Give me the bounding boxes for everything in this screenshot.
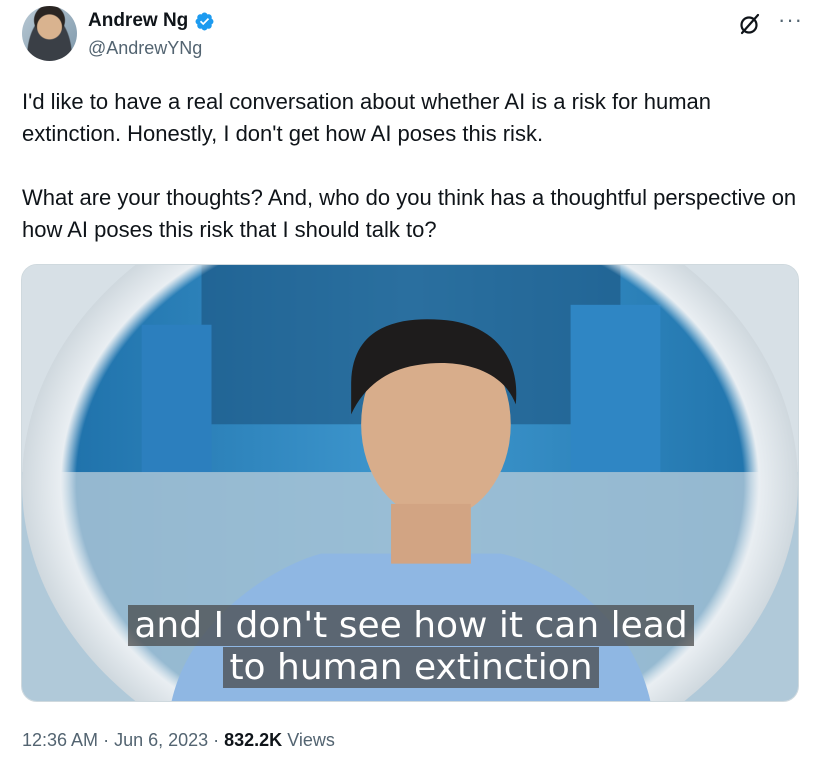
more-icon[interactable]: ··· [778, 8, 803, 32]
views-count: 832.2K [224, 730, 283, 750]
author-display-name[interactable]: Andrew Ng [88, 10, 188, 32]
author-handle[interactable]: @AndrewYNg [88, 38, 202, 59]
views-label: Views [287, 730, 335, 750]
tweet-date[interactable]: Jun 6, 2023 [114, 730, 208, 751]
tweet: Andrew Ng @AndrewYNg ··· I'd like to hav… [0, 0, 821, 762]
avatar[interactable] [22, 6, 77, 61]
video-caption-line-1: and I don't see how it can lead [22, 605, 798, 647]
tweet-time[interactable]: 12:36 AM [22, 730, 98, 751]
tweet-meta: 12:36 AM · Jun 6, 2023 · 832.2K Views [22, 730, 335, 751]
verified-badge-icon[interactable] [194, 11, 215, 32]
meta-separator: · [103, 730, 110, 750]
author-name-row[interactable]: Andrew Ng [88, 10, 215, 32]
meta-separator: · [213, 730, 220, 750]
video-caption-line-2: to human extinction [22, 647, 798, 689]
video-media[interactable]: and I don't see how it can lead to human… [21, 264, 799, 702]
tweet-text: I'd like to have a real conversation abo… [22, 89, 797, 242]
grok-icon[interactable] [738, 12, 762, 36]
